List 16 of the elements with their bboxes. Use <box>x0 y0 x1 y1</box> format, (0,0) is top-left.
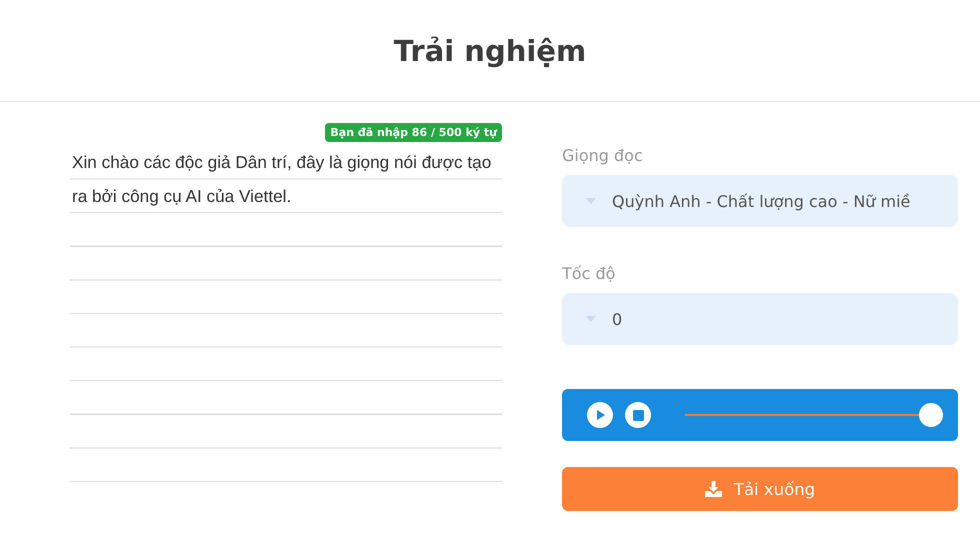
play-icon <box>594 409 606 421</box>
speed-select[interactable]: 0 <box>562 293 958 345</box>
speed-label: Tốc độ <box>562 264 616 283</box>
caret-icon <box>586 198 596 204</box>
voice-label: Giọng đọc <box>562 146 644 165</box>
stop-icon <box>632 410 644 420</box>
voice-select[interactable]: Quỳnh Anh - Chất lượng cao - Nữ miề <box>562 175 958 227</box>
input-text: Xin chào các độc giả Dân trí, đây là giọng nói được tạo ra bởi công cụ AI của Viettel. <box>71 151 492 208</box>
caret-icon <box>586 316 596 322</box>
page-title: Trải nghiệm <box>394 34 586 68</box>
progress-thumb[interactable] <box>919 403 943 427</box>
download-icon <box>704 481 722 497</box>
character-counter: Bạn đã nhập 86 / 500 ký tự <box>325 123 502 142</box>
play-button[interactable] <box>587 402 613 428</box>
stop-button[interactable] <box>625 402 651 428</box>
progress-track[interactable] <box>685 403 943 427</box>
